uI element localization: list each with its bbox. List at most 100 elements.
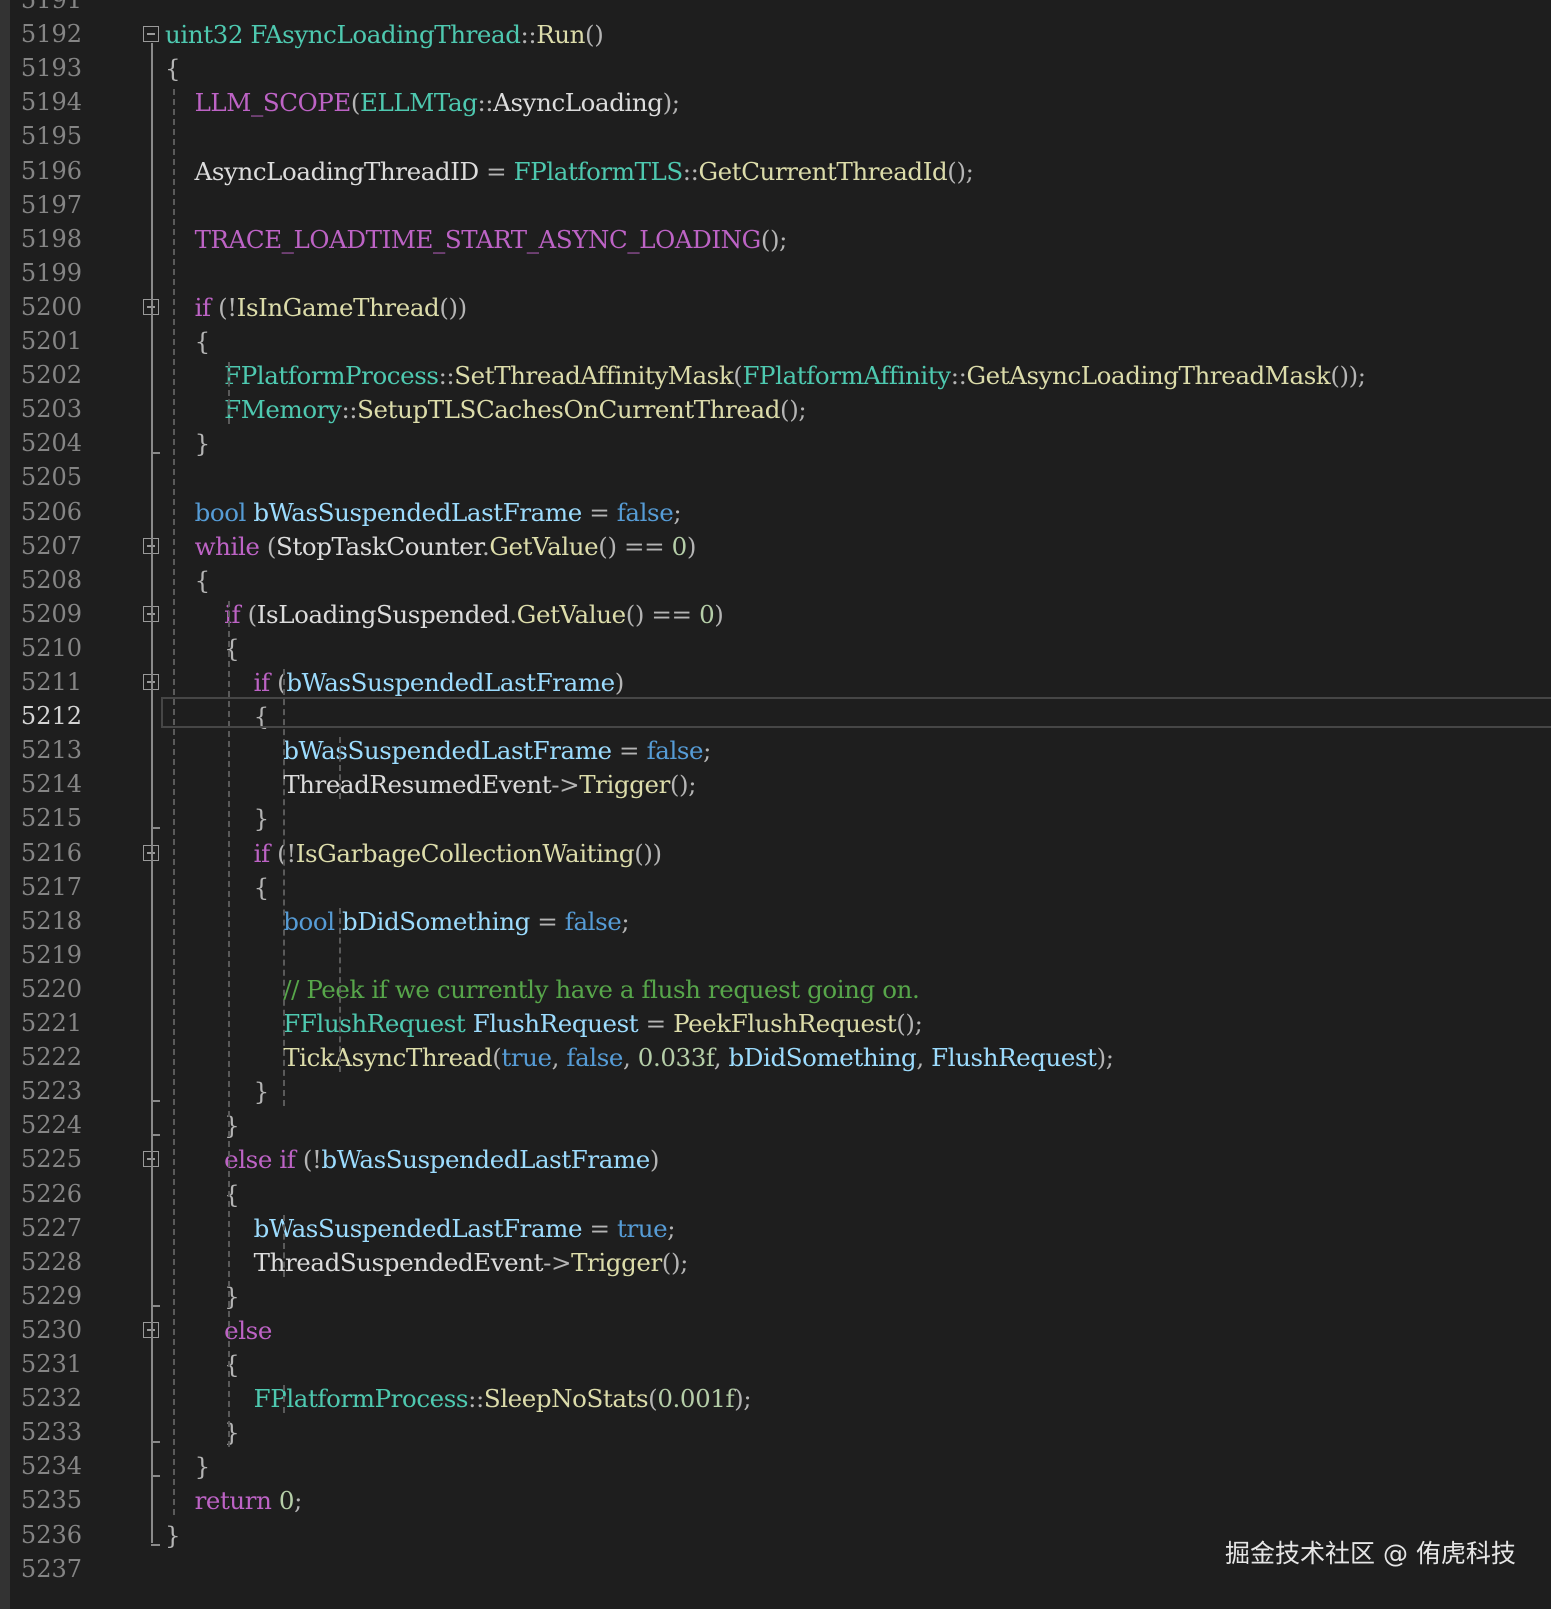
code-token: , <box>713 1043 722 1073</box>
code-token: // Peek if we currently have a flush req… <box>283 974 920 1004</box>
code-line[interactable]: { <box>165 870 270 905</box>
indent-guide <box>228 362 231 425</box>
fold-region-end <box>151 1134 160 1137</box>
code-token: SleepNoStats <box>483 1384 649 1414</box>
code-token: 0.001f <box>657 1384 735 1414</box>
code-token: TRACE_LOADTIME_START_ASYNC_LOADING <box>194 224 762 254</box>
code-token: (); <box>760 224 788 254</box>
code-token: SetThreadAffinityMask <box>454 361 734 391</box>
code-token: 0 <box>278 1486 295 1516</box>
code-token: ); <box>662 88 680 118</box>
code-line[interactable]: FPlatformProcess::SleepNoStats(0.001f); <box>165 1381 752 1416</box>
code-token: { <box>165 54 181 84</box>
code-line[interactable]: bool bWasSuspendedLastFrame = false; <box>165 495 682 530</box>
code-token: false <box>564 906 622 936</box>
indent-guide <box>173 89 175 1516</box>
code-line[interactable]: { <box>165 51 181 86</box>
fold-region-end <box>151 827 160 830</box>
code-token: (! <box>277 838 296 868</box>
code-token: FMemory <box>224 395 342 425</box>
code-token: { <box>224 1350 240 1379</box>
code-line[interactable]: { <box>165 563 211 598</box>
code-line[interactable]: if (IsLoadingSuspended.GetValue() == 0) <box>165 597 724 632</box>
code-token: bool <box>283 906 335 936</box>
code-line[interactable]: } <box>165 426 211 461</box>
code-token: } <box>165 1520 181 1550</box>
fold-region-line <box>151 861 153 1101</box>
code-token: } <box>194 429 211 459</box>
indent-guide <box>283 1385 286 1414</box>
code-token: = <box>537 906 558 936</box>
code-line[interactable]: while (StopTaskCounter.GetValue() == 0) <box>165 529 697 564</box>
code-line[interactable]: return 0; <box>165 1483 303 1518</box>
code-token: true <box>501 1043 552 1073</box>
code-token: :: <box>520 20 537 50</box>
code-token: true <box>617 1213 668 1243</box>
indent-guide <box>283 669 286 1107</box>
code-line[interactable]: ThreadSuspendedEvent->Trigger(); <box>165 1245 689 1280</box>
code-line[interactable]: else <box>165 1313 272 1348</box>
code-token: :: <box>468 1384 484 1414</box>
code-token: ()); <box>1330 361 1366 391</box>
collapse-minus-icon[interactable] <box>143 26 159 43</box>
code-token: = <box>645 1009 667 1038</box>
code-line[interactable]: } <box>165 1449 211 1484</box>
code-line[interactable]: { <box>165 324 211 359</box>
code-token: LLM_SCOPE <box>194 88 352 118</box>
code-token: ()) <box>439 292 467 322</box>
code-token: ; <box>667 1213 676 1243</box>
code-area[interactable]: uint32 FAsyncLoadingThread::Run(){ LLM_S… <box>0 0 1551 1609</box>
code-line[interactable]: bool bDidSomething = false; <box>165 904 629 939</box>
code-token: if <box>253 668 271 697</box>
code-line[interactable]: if (!IsInGameThread()) <box>165 290 468 325</box>
code-token: if <box>224 599 241 629</box>
code-line[interactable]: TRACE_LOADTIME_START_ASYNC_LOADING(); <box>165 222 788 257</box>
code-line[interactable]: // Peek if we currently have a flush req… <box>165 972 920 1007</box>
code-token: if <box>279 1145 296 1175</box>
code-token: ThreadSuspendedEvent <box>165 1247 544 1277</box>
code-line[interactable]: TickAsyncThread(true, false, 0.033f, bDi… <box>165 1040 1114 1075</box>
code-line[interactable]: } <box>165 801 270 836</box>
code-token: ) <box>649 1145 660 1175</box>
indent-guide <box>338 907 341 1073</box>
code-token: else <box>224 1315 272 1345</box>
code-line[interactable]: LLM_SCOPE(ELLMTag::AsyncLoading); <box>165 85 680 120</box>
code-line[interactable]: bWasSuspendedLastFrame = false; <box>165 733 711 768</box>
code-token: } <box>224 1281 240 1311</box>
code-token: == <box>651 599 692 629</box>
code-line[interactable]: if (bWasSuspendedLastFrame) <box>165 665 625 700</box>
code-line[interactable]: } <box>165 1518 181 1553</box>
code-token: TickAsyncThread <box>283 1043 493 1073</box>
code-line[interactable]: FFlushRequest FlushRequest = PeekFlushRe… <box>165 1006 923 1041</box>
code-token: return <box>194 1486 272 1516</box>
fold-region-end <box>151 1543 160 1546</box>
code-line[interactable]: if (!IsGarbageCollectionWaiting()) <box>165 836 662 871</box>
code-line[interactable]: bWasSuspendedLastFrame = true; <box>165 1211 676 1246</box>
fold-region-end <box>151 1441 160 1444</box>
code-line[interactable]: FMemory::SetupTLSCachesOnCurrentThread()… <box>165 392 806 427</box>
code-line[interactable]: uint32 FAsyncLoadingThread::Run() <box>165 17 604 52</box>
code-token: 0 <box>699 599 715 629</box>
code-editor[interactable]: 5191 5192 5193 5194 5195 5196 5197 5198 5199 5200… <box>0 0 1551 1609</box>
code-line[interactable]: AsyncLoadingThreadID = FPlatformTLS::Get… <box>165 154 974 189</box>
code-token: ) <box>686 531 697 561</box>
code-token: bool <box>194 497 247 527</box>
code-line[interactable]: FPlatformProcess::SetThreadAffinityMask (… <box>165 358 1366 393</box>
code-line[interactable]: else if (!bWasSuspendedLastFrame) <box>165 1142 659 1177</box>
code-token: 0 <box>671 531 688 561</box>
code-line[interactable]: } <box>165 1074 270 1109</box>
code-token: :: <box>438 361 455 391</box>
code-line[interactable]: ThreadResumedEvent->Trigger(); <box>165 767 696 802</box>
